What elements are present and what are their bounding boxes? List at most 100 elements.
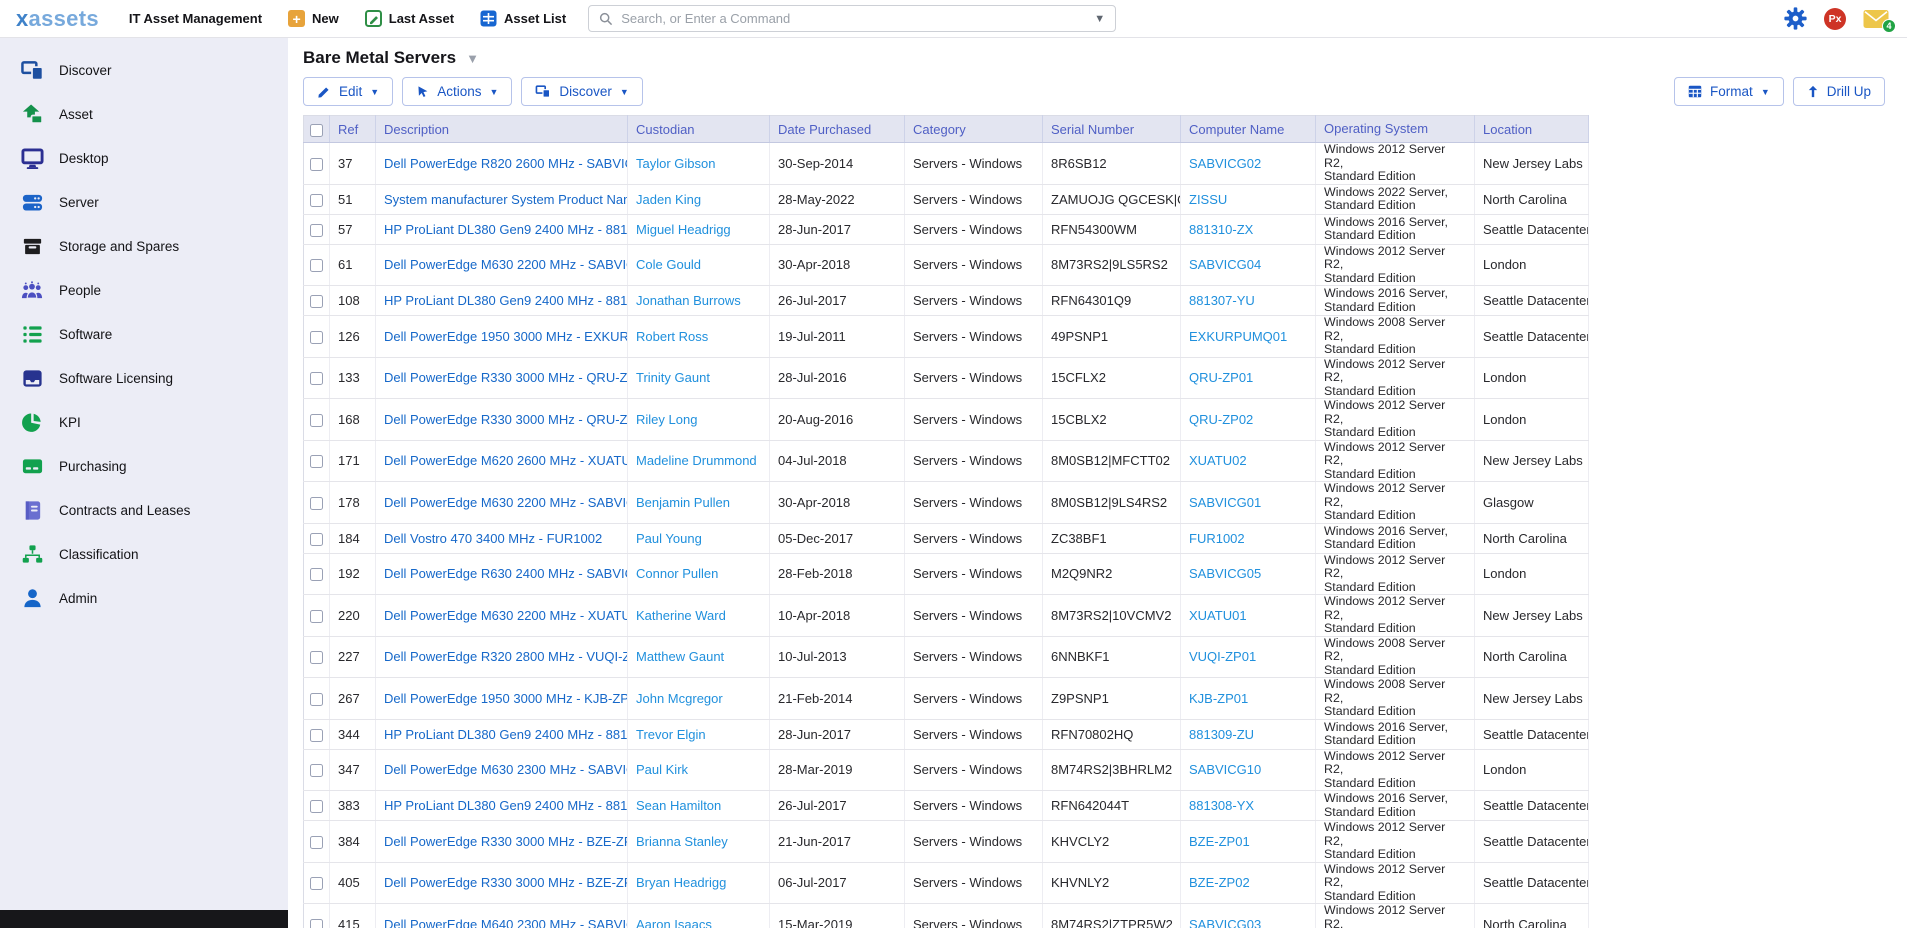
sidebar-item-kpi[interactable]: KPI [0,400,288,444]
custodian-link[interactable]: Matthew Gaunt [636,649,724,664]
description-link[interactable]: Dell PowerEdge R330 3000 MHz - QRU-ZP02 [384,412,628,427]
computer-name-link[interactable]: BZE-ZP01 [1189,834,1250,849]
computer-name-link[interactable]: FUR1002 [1189,531,1245,546]
computer-name-link[interactable]: SABVICG10 [1189,762,1261,777]
custodian-link[interactable]: Taylor Gibson [636,156,715,171]
asset-list-button[interactable]: Asset List [480,10,566,27]
new-button[interactable]: + New [288,10,339,27]
column-header-operating-system[interactable]: Operating System [1316,116,1475,143]
row-checkbox[interactable] [310,194,323,207]
computer-name-link[interactable]: BZE-ZP02 [1189,875,1250,890]
description-link[interactable]: Dell Vostro 470 3400 MHz - FUR1002 [384,531,602,546]
custodian-link[interactable]: Paul Kirk [636,762,688,777]
column-header-serial-number[interactable]: Serial Number [1043,116,1181,143]
format-button[interactable]: Format ▼ [1674,77,1784,106]
discover-button[interactable]: Discover ▼ [521,77,642,106]
row-checkbox[interactable] [310,764,323,777]
custodian-link[interactable]: Brianna Stanley [636,834,728,849]
computer-name-link[interactable]: ZISSU [1189,192,1227,207]
row-checkbox[interactable] [310,568,323,581]
column-header-computer-name[interactable]: Computer Name [1181,116,1316,143]
custodian-link[interactable]: Aaron Isaacs [636,917,712,928]
row-checkbox[interactable] [310,158,323,171]
description-link[interactable]: Dell PowerEdge 1950 3000 MHz - EXKURPUMQ… [384,329,628,344]
mail-button[interactable]: 4 [1863,9,1889,29]
computer-name-link[interactable]: 881308-YX [1189,798,1254,813]
row-checkbox[interactable] [310,800,323,813]
row-checkbox[interactable] [310,224,323,237]
description-link[interactable]: HP ProLiant DL380 Gen9 2400 MHz - 881310… [384,222,628,237]
computer-name-link[interactable]: SABVICG01 [1189,495,1261,510]
sidebar-item-software-licensing[interactable]: Software Licensing [0,356,288,400]
row-checkbox[interactable] [310,610,323,623]
custodian-link[interactable]: Trevor Elgin [636,727,706,742]
sidebar-item-admin[interactable]: Admin [0,576,288,620]
computer-name-link[interactable]: QRU-ZP02 [1189,412,1253,427]
custodian-link[interactable]: Miguel Headrigg [636,222,731,237]
computer-name-link[interactable]: 881310-ZX [1189,222,1253,237]
description-link[interactable]: Dell PowerEdge R630 2400 MHz - SABVICG05 [384,566,628,581]
description-link[interactable]: HP ProLiant DL380 Gen9 2400 MHz - 881309… [384,727,628,742]
xassets-logo[interactable]: xassets [16,8,99,30]
row-checkbox[interactable] [310,259,323,272]
row-checkbox[interactable] [310,331,323,344]
sidebar-item-software[interactable]: Software [0,312,288,356]
description-link[interactable]: System manufacturer System Product Name … [384,192,628,207]
custodian-link[interactable]: Riley Long [636,412,697,427]
computer-name-link[interactable]: XUATU02 [1189,453,1247,468]
row-checkbox[interactable] [310,414,323,427]
description-link[interactable]: Dell PowerEdge M630 2200 MHz - SABVICG04 [384,257,628,272]
custodian-link[interactable]: Trinity Gaunt [636,370,710,385]
title-chevron-down-icon[interactable]: ▼ [466,51,479,66]
search-chevron-down-icon[interactable]: ▼ [1094,13,1105,25]
sidebar-item-contracts-and-leases[interactable]: Contracts and Leases [0,488,288,532]
custodian-link[interactable]: Jonathan Burrows [636,293,741,308]
sidebar-item-server[interactable]: Server [0,180,288,224]
computer-name-link[interactable]: QRU-ZP01 [1189,370,1253,385]
computer-name-link[interactable]: SABVICG05 [1189,566,1261,581]
column-header-ref[interactable]: Ref [330,116,376,143]
column-header-location[interactable]: Location [1475,116,1589,143]
row-checkbox[interactable] [310,651,323,664]
row-checkbox[interactable] [310,455,323,468]
custodian-link[interactable]: Bryan Headrigg [636,875,726,890]
description-link[interactable]: Dell PowerEdge R320 2800 MHz - VUQI-ZP01 [384,649,628,664]
custodian-link[interactable]: Jaden King [636,192,701,207]
drill-up-button[interactable]: Drill Up [1793,77,1885,106]
computer-name-link[interactable]: 881307-YU [1189,293,1255,308]
description-link[interactable]: HP ProLiant DL380 Gen9 2400 MHz - 881307… [384,293,628,308]
description-link[interactable]: Dell PowerEdge M630 2200 MHz - XUATU01 [384,608,628,623]
computer-name-link[interactable]: EXKURPUMQ01 [1189,329,1287,344]
description-link[interactable]: Dell PowerEdge R330 3000 MHz - BZE-ZP02 [384,875,628,890]
description-link[interactable]: HP ProLiant DL380 Gen9 2400 MHz - 881308… [384,798,628,813]
row-checkbox[interactable] [310,729,323,742]
custodian-link[interactable]: Robert Ross [636,329,708,344]
sidebar-item-storage-and-spares[interactable]: Storage and Spares [0,224,288,268]
sidebar-item-purchasing[interactable]: Purchasing [0,444,288,488]
sidebar-item-people[interactable]: People [0,268,288,312]
custodian-link[interactable]: Connor Pullen [636,566,718,581]
row-checkbox[interactable] [310,295,323,308]
row-checkbox[interactable] [310,497,323,510]
row-checkbox[interactable] [310,836,323,849]
row-checkbox[interactable] [310,919,323,928]
column-header-custodian[interactable]: Custodian [628,116,770,143]
computer-name-link[interactable]: SABVICG02 [1189,156,1261,171]
sidebar-item-discover[interactable]: Discover [0,48,288,92]
computer-name-link[interactable]: XUATU01 [1189,608,1247,623]
command-search-box[interactable]: ▼ [588,5,1116,32]
description-link[interactable]: Dell PowerEdge R330 3000 MHz - BZE-ZP01 [384,834,628,849]
description-link[interactable]: Dell PowerEdge R330 3000 MHz - QRU-ZP01 [384,370,628,385]
description-link[interactable]: Dell PowerEdge M630 2300 MHz - SABVICG10 [384,762,628,777]
column-header-date-purchased[interactable]: Date Purchased [770,116,905,143]
actions-button[interactable]: Actions ▼ [402,77,512,106]
gear-icon[interactable] [1784,7,1807,30]
description-link[interactable]: Dell PowerEdge R820 2600 MHz - SABVICG02 [384,156,628,171]
last-asset-button[interactable]: Last Asset [365,10,454,27]
description-link[interactable]: Dell PowerEdge M630 2200 MHz - SABVICG01 [384,495,628,510]
column-header-description[interactable]: Description [376,116,628,143]
column-header-category[interactable]: Category [905,116,1043,143]
custodian-link[interactable]: Sean Hamilton [636,798,721,813]
sidebar-item-asset[interactable]: Asset [0,92,288,136]
select-all-checkbox[interactable] [310,124,323,137]
